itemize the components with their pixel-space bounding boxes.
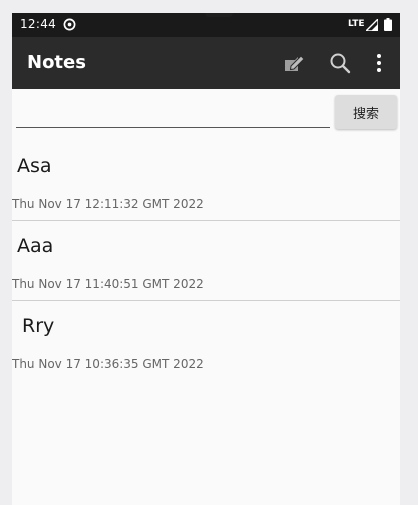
note-item[interactable]: Rry Thu Nov 17 10:36:35 GMT 2022 [12, 301, 400, 380]
note-date: Thu Nov 17 10:36:35 GMT 2022 [12, 357, 204, 371]
status-time: 12:44 [20, 17, 57, 31]
network-type: LTE [348, 19, 365, 29]
edit-note-icon[interactable] [282, 51, 306, 75]
note-item[interactable]: Aaa Thu Nov 17 11:40:51 GMT 2022 [12, 221, 400, 301]
app-title: Notes [27, 52, 86, 73]
sync-icon [63, 18, 76, 31]
note-item[interactable]: Asa Thu Nov 17 12:11:32 GMT 2022 [12, 141, 400, 221]
phone-screen: 12:44 LTE Notes 搜索 Asa Thu Nov 17 12:11:… [12, 13, 400, 505]
signal-icon [366, 19, 378, 31]
note-date: Thu Nov 17 11:40:51 GMT 2022 [12, 277, 204, 291]
note-date: Thu Nov 17 12:11:32 GMT 2022 [12, 197, 204, 211]
search-icon[interactable] [328, 51, 352, 75]
search-input[interactable] [16, 101, 330, 128]
search-button[interactable]: 搜索 [335, 95, 397, 129]
more-vertical-icon[interactable] [367, 51, 391, 75]
status-bar: 12:44 LTE [12, 13, 400, 37]
note-title: Rry [22, 315, 55, 337]
battery-icon [384, 18, 392, 31]
note-title: Aaa [17, 235, 54, 257]
camera-notch [205, 13, 233, 17]
search-row: 搜索 [12, 89, 400, 141]
app-bar: Notes [12, 37, 400, 89]
note-list: Asa Thu Nov 17 12:11:32 GMT 2022 Aaa Thu… [12, 141, 400, 380]
note-title: Asa [17, 155, 52, 177]
